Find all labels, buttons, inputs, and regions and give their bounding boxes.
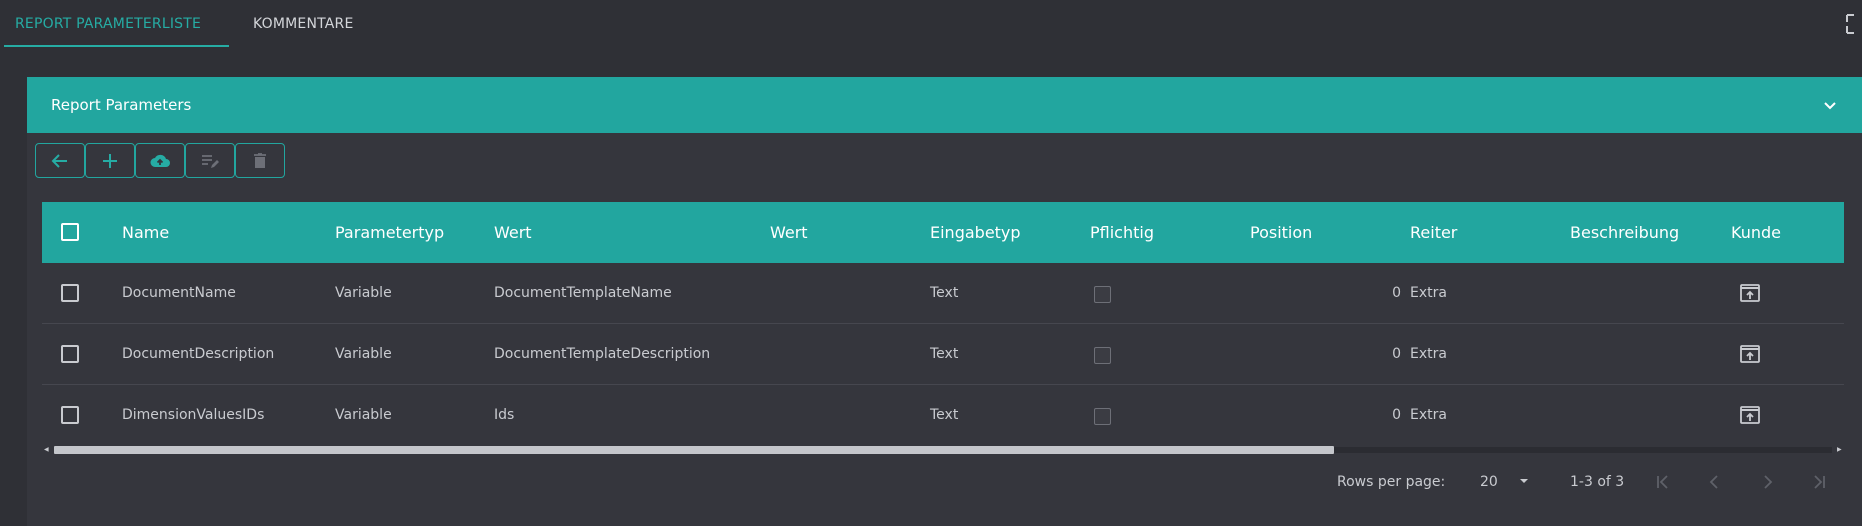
panel-header[interactable]: Report Parameters — [27, 77, 1862, 133]
cell-position: 0 — [1392, 346, 1401, 362]
last-page-icon[interactable] — [1810, 473, 1828, 491]
column-header-pflichtig[interactable]: Pflichtig — [1090, 202, 1154, 263]
next-page-icon[interactable] — [1758, 473, 1776, 491]
row-checkbox[interactable] — [61, 284, 79, 302]
pflichtig-checkbox — [1094, 347, 1111, 364]
pagination-range: 1-3 of 3 — [1570, 474, 1625, 490]
column-header-position[interactable]: Position — [1250, 202, 1312, 263]
parameters-table: Name Parametertyp Wert Wert Eingabetyp P… — [42, 202, 1844, 446]
scroll-left-arrow[interactable]: ◀ — [44, 447, 49, 453]
cell-reiter: Extra — [1410, 407, 1447, 423]
column-header-wert-2[interactable]: Wert — [770, 202, 808, 263]
back-button[interactable] — [35, 143, 85, 178]
cell-wert: DocumentTemplateDescription — [494, 346, 711, 362]
cell-parametertyp: Variable — [335, 285, 392, 301]
rows-per-page-label: Rows per page: — [1337, 474, 1446, 490]
trash-icon — [254, 152, 266, 168]
column-header-kunde[interactable]: Kunde — [1731, 202, 1781, 263]
edit-list-icon — [202, 154, 219, 168]
cell-eingabetyp: Text — [930, 407, 959, 423]
rows-per-page-select[interactable]: 20 — [1480, 466, 1498, 498]
open-in-icon[interactable] — [1739, 283, 1761, 303]
column-header-name[interactable]: Name — [122, 202, 169, 263]
delete-button[interactable] — [235, 143, 285, 178]
plus-icon — [103, 153, 117, 168]
add-button[interactable] — [85, 143, 135, 178]
column-header-reiter[interactable]: Reiter — [1410, 202, 1457, 263]
tab-bar: REPORT PARAMETERLISTE KOMMENTARE — [0, 0, 1862, 48]
cell-position: 0 — [1392, 407, 1401, 423]
cell-parametertyp: Variable — [335, 407, 392, 423]
cell-wert: DocumentTemplateName — [494, 285, 672, 301]
column-header-parametertyp[interactable]: Parametertyp — [335, 202, 444, 263]
table-header: Name Parametertyp Wert Wert Eingabetyp P… — [42, 202, 1844, 263]
report-parameters-panel: Report Parameters Name Parametertyp Wert… — [27, 77, 1862, 526]
column-header-eingabetyp[interactable]: Eingabetyp — [930, 202, 1021, 263]
scroll-right-arrow[interactable]: ▶ — [1837, 447, 1842, 453]
first-page-icon[interactable] — [1654, 473, 1672, 491]
previous-page-icon[interactable] — [1706, 473, 1724, 491]
cell-name: DimensionValuesIDs — [122, 407, 265, 423]
cloud-upload-icon — [150, 154, 170, 167]
active-tab-indicator — [4, 45, 229, 47]
cell-reiter: Extra — [1410, 285, 1447, 301]
column-header-beschreibung[interactable]: Beschreibung — [1570, 202, 1679, 263]
table-row[interactable]: DimensionValuesIDs Variable Ids Text 0 E… — [42, 385, 1844, 446]
arrow-left-icon — [51, 153, 67, 168]
tab-kommentare[interactable]: KOMMENTARE — [241, 0, 366, 48]
cell-wert: Ids — [494, 407, 515, 423]
open-in-icon[interactable] — [1739, 344, 1761, 364]
cell-position: 0 — [1392, 285, 1401, 301]
chevron-down-icon[interactable] — [1822, 97, 1838, 113]
pflichtig-checkbox — [1094, 408, 1111, 425]
column-header-wert[interactable]: Wert — [494, 202, 532, 263]
scrollbar-thumb[interactable] — [54, 446, 1334, 454]
dropdown-arrow-icon[interactable] — [1517, 474, 1531, 488]
select-all-checkbox[interactable] — [61, 223, 79, 241]
edit-button[interactable] — [185, 143, 235, 178]
row-checkbox[interactable] — [61, 406, 79, 424]
panel-title: Report Parameters — [51, 96, 192, 114]
cell-eingabetyp: Text — [930, 346, 959, 362]
table-row[interactable]: DocumentName Variable DocumentTemplateNa… — [42, 263, 1844, 324]
pflichtig-checkbox — [1094, 286, 1111, 303]
tab-report-parameterliste[interactable]: REPORT PARAMETERLISTE — [3, 0, 213, 48]
horizontal-scrollbar[interactable]: ◀ ▶ — [42, 444, 1844, 454]
fullscreen-icon[interactable] — [1846, 14, 1858, 34]
open-in-icon[interactable] — [1739, 405, 1761, 425]
cell-name: DocumentName — [122, 285, 236, 301]
row-checkbox[interactable] — [61, 345, 79, 363]
cell-eingabetyp: Text — [930, 285, 959, 301]
toolbar — [35, 143, 285, 178]
cell-name: DocumentDescription — [122, 346, 275, 362]
cell-parametertyp: Variable — [335, 346, 392, 362]
table-row[interactable]: DocumentDescription Variable DocumentTem… — [42, 324, 1844, 385]
cell-reiter: Extra — [1410, 346, 1447, 362]
upload-button[interactable] — [135, 143, 185, 178]
